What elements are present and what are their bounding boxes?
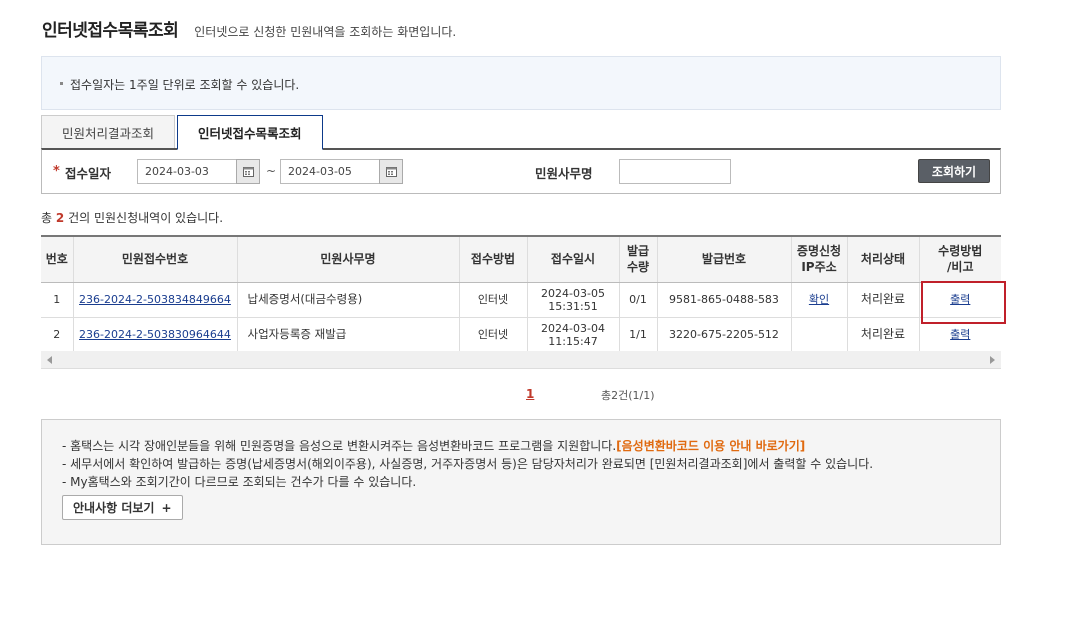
voice-barcode-link[interactable]: [음성변환바코드 이용 안내 바로가기] [616,439,805,453]
cell-method: 인터넷 [458,282,527,318]
cell-date: 2024-03-05 [541,286,605,300]
range-separator: ~ [266,164,277,178]
th-ip-address: 증명신청 IP주소 [790,235,847,283]
th-receipt-no: 민원접수번호 [72,235,237,283]
result-count: 총 2 건의 민원신청내역이 있습니다. [41,209,223,226]
print-link[interactable]: 출력 [950,293,970,306]
scroll-right-icon[interactable] [990,356,995,364]
cell-issue-no: 9581-865-0488-583 [656,282,791,318]
office-name-input[interactable] [619,159,731,184]
cell-date: 2024-03-04 [541,321,605,335]
info-text-1: - 홈택스는 시각 장애인분들을 위해 민원증명을 음성으로 변환시켜주는 음성… [62,439,617,453]
th-method: 접수방법 [458,235,527,283]
tab-complaint-result[interactable]: 민원처리결과조회 [41,115,176,149]
notice-box: 접수일자는 1주일 단위로 조회할 수 있습니다. [41,56,1001,110]
cell-status: 처리완료 [846,317,919,353]
th-status: 처리상태 [846,235,919,283]
receipt-table: 번호 민원접수번호 민원사무명 접수방법 접수일시 발급 수량 발급번호 증명신… [41,235,1001,353]
calendar-from-button[interactable] [236,159,260,184]
th-issue-no: 발급번호 [656,235,791,283]
calendar-icon [242,167,254,177]
receipt-no-link[interactable]: 236-2024-2-503834849664 [79,293,231,306]
notice-text: 접수일자는 1주일 단위로 조회할 수 있습니다. [70,78,300,92]
cell-datetime: 2024-03-05 15:31:51 [526,282,619,318]
scroll-left-icon[interactable] [47,356,52,364]
cell-qty: 1/1 [618,317,657,353]
cell-ip [790,317,847,353]
office-name-label: 민원사무명 [535,166,593,181]
page-description: 인터넷으로 신청한 민원내역을 조회하는 화면입니다. [194,25,457,39]
info-line-2: - 세무서에서 확인하여 발급하는 증명(납세증명서(해외이주용), 사실증명,… [62,457,874,471]
horizontal-scrollbar[interactable] [41,351,1001,369]
info-line-3: - My홈택스와 조회기간이 다르므로 조회되는 건수가 다를 수 있습니다. [62,475,417,489]
tab-internet-receipt-list[interactable]: 인터넷접수목록조회 [177,115,323,150]
page-header: 인터넷접수목록조회 인터넷으로 신청한 민원내역을 조회하는 화면입니다. [42,16,456,41]
tab-bar: 민원처리결과조회 인터넷접수목록조회 [41,115,325,150]
print-link[interactable]: 출력 [950,328,970,341]
th-issue-qty: 발급 수량 [618,235,657,283]
cell-receipt-no: 236-2024-2-503830964644 [72,317,237,353]
cell-no: 2 [41,317,73,353]
receipt-no-link[interactable]: 236-2024-2-503830964644 [79,328,231,341]
th-receive-method: 수령방법 /비고 [918,235,1001,283]
cell-method: 인터넷 [458,317,527,353]
table-row: 2 236-2024-2-503830964644 사업자등록증 재발급 인터넷… [41,317,1001,353]
cell-receipt-no: 236-2024-2-503834849664 [72,282,237,318]
cell-time: 15:31:51 [548,299,598,313]
th-no: 번호 [41,235,73,283]
table-header-row: 번호 민원접수번호 민원사무명 접수방법 접수일시 발급 수량 발급번호 증명신… [41,235,1001,283]
more-info-label: 안내사항 더보기 [73,500,155,515]
cell-receive: 출력 [918,317,1001,353]
plus-icon: + [161,500,172,515]
table-row: 1 236-2024-2-503834849664 납세증명서(대금수령용) 인… [41,282,1001,318]
page-total: 총2건(1/1) [601,389,655,402]
page-title: 인터넷접수목록조회 [42,21,179,41]
cell-datetime: 2024-03-04 11:15:47 [526,317,619,353]
calendar-to-button[interactable] [379,159,403,184]
cell-office-name: 사업자등록증 재발급 [236,317,459,353]
receipt-date-label: 접수일자 [65,166,112,181]
date-from-input[interactable]: 2024-03-03 [137,159,237,184]
ip-confirm-link[interactable]: 확인 [809,293,829,306]
search-button[interactable]: 조회하기 [918,159,990,183]
cell-ip: 확인 [790,282,847,318]
cell-issue-no: 3220-675-2205-512 [656,317,791,353]
result-prefix: 총 [41,211,53,225]
calendar-icon [385,167,397,177]
cell-status: 처리완료 [846,282,919,318]
more-info-button[interactable]: 안내사항 더보기 + [62,495,183,520]
cell-office-name: 납세증명서(대금수령용) [236,282,459,318]
th-receipt-datetime: 접수일시 [526,235,619,283]
info-box: - 홈택스는 시각 장애인분들을 위해 민원증명을 음성으로 변환시켜주는 음성… [41,419,1001,545]
cell-qty: 0/1 [618,282,657,318]
required-mark: * [53,164,60,179]
cell-time: 11:15:47 [548,334,598,348]
search-panel: * 접수일자 2024-03-03 ~ 2024-03-05 민원사무명 조회하… [41,148,1001,194]
result-number: 2 [55,211,65,225]
bullet-icon [60,82,63,85]
cell-receive: 출력 [918,282,1001,318]
th-office-name: 민원사무명 [236,235,459,283]
date-to-input[interactable]: 2024-03-05 [280,159,380,184]
cell-no: 1 [41,282,73,318]
info-line-1: - 홈택스는 시각 장애인분들을 위해 민원증명을 음성으로 변환시켜주는 음성… [62,437,1000,455]
result-suffix: 건의 민원신청내역이 있습니다. [68,211,224,225]
page-1-link[interactable]: 1 [526,387,534,401]
